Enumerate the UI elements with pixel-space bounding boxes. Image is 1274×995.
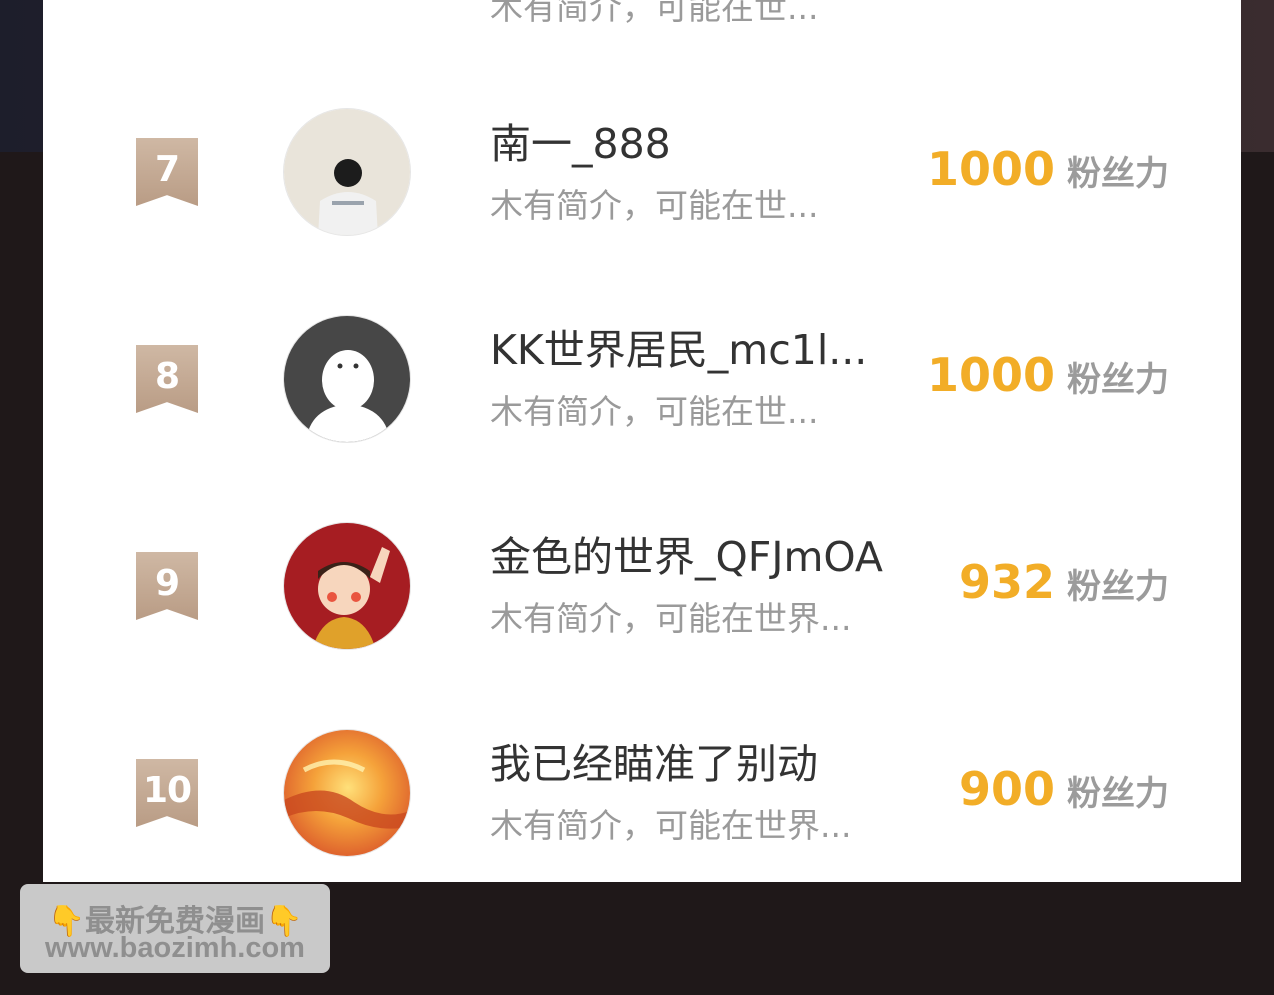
fan-power-value: 1000 (926, 142, 1055, 196)
fan-power-unit: 粉丝力 (1067, 360, 1169, 400)
rank-badge: 9 (136, 552, 198, 620)
fan-power: 900 粉丝力 (959, 762, 1169, 816)
list-item[interactable]: 10 我已经瞄准了别动 木有简介，可能在世界... 900 粉丝力 (43, 712, 1241, 872)
rank-badge: 7 (136, 138, 198, 206)
user-name: 南一_888 (490, 120, 671, 168)
user-desc: 木有简介，可能在世... (490, 392, 819, 431)
user-desc: 木有简介，可能在世界... (490, 599, 852, 638)
avatar[interactable] (283, 315, 411, 443)
avatar[interactable] (283, 522, 411, 650)
user-desc: 木有简介，可能在世... (490, 186, 819, 225)
fan-power-unit: 粉丝力 (1067, 567, 1169, 607)
fan-power-unit: 粉丝力 (1067, 774, 1169, 814)
user-name: 我已经瞄准了别动 (490, 740, 818, 788)
user-desc: 木有简介，可能在世界... (490, 806, 852, 845)
fan-power: 1000 粉丝力 (927, 142, 1169, 196)
avatar[interactable] (283, 729, 411, 857)
fan-power-value: 932 (958, 555, 1055, 609)
rank-badge: 8 (136, 345, 198, 413)
fan-ranking-list: 木有简介，可能在世... 7 南一_888 木有简介，可能在世... 1000 … (43, 0, 1241, 882)
fan-power-value: 900 (958, 762, 1055, 816)
user-name: KK世界居民_mc1l... (490, 326, 868, 374)
list-item[interactable]: 8 KK世界居民_mc1l... 木有简介，可能在世... 1000 粉丝力 (43, 298, 1241, 458)
fan-power: 932 粉丝力 (959, 555, 1169, 609)
user-name: 金色的世界_QFJmOA (490, 533, 883, 581)
fan-power-unit: 粉丝力 (1067, 154, 1169, 194)
list-item[interactable]: 7 南一_888 木有简介，可能在世... 1000 粉丝力 (43, 92, 1241, 252)
site-watermark[interactable]: 👇最新免费漫画👇 www.baozimh.com (20, 884, 330, 973)
user-desc: 木有简介，可能在世... (490, 0, 819, 27)
list-item[interactable]: 9 金色的世界_QFJmOA 木有简介，可能在世界... 932 粉丝力 (43, 505, 1241, 665)
avatar[interactable] (283, 108, 411, 236)
fan-power: 1000 粉丝力 (927, 348, 1169, 402)
rank-badge: 10 (136, 759, 198, 827)
fan-power-value: 1000 (926, 348, 1055, 402)
watermark-url[interactable]: www.baozimh.com (20, 932, 330, 965)
